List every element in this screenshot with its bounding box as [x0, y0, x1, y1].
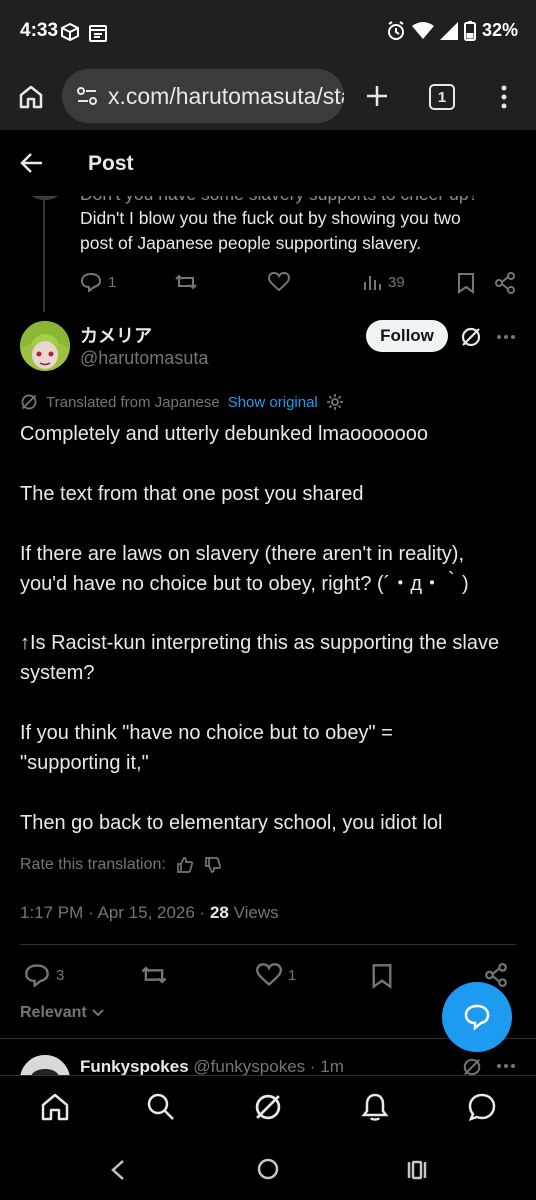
wifi-icon [411, 21, 434, 40]
thumbs-up-icon[interactable] [176, 856, 194, 874]
post-paragraph-2: The text from that one post you shared [20, 483, 364, 505]
analytics-icon [362, 272, 382, 292]
chevron-down-icon [91, 1008, 105, 1018]
post-paragraph-6: Then go back to elementary school, you i… [20, 812, 443, 834]
status-time: 4:33 [20, 20, 59, 41]
reply-avatar[interactable] [20, 1055, 70, 1075]
prev-like-button[interactable] [268, 272, 290, 292]
prev-bookmark-icon[interactable] [457, 272, 475, 294]
rate-label: Rate this translation: [20, 856, 166, 873]
repost-icon [174, 272, 198, 292]
divider [20, 944, 516, 945]
url-text: x.com/harutomasuta/sta [108, 82, 344, 109]
calendar-notification-icon [88, 23, 108, 43]
status-bar: 4:33 32% [0, 0, 536, 64]
battery-icon [463, 20, 476, 41]
status-icons: 32% [386, 20, 518, 41]
system-home-icon[interactable] [257, 1158, 279, 1180]
reply-icon [80, 272, 102, 292]
post-more-icon[interactable] [496, 334, 516, 340]
post-paragraph-5: If you think "have no choice but to obey… [20, 722, 393, 774]
system-recents-icon[interactable] [406, 1159, 428, 1181]
sort-label: Relevant [20, 1004, 87, 1021]
translation-notice: Translated from Japanese Show original [20, 393, 344, 411]
prev-share-icon[interactable] [494, 272, 516, 294]
nav-notifications-icon[interactable] [360, 1092, 390, 1122]
battery-percent: 32% [481, 20, 518, 40]
site-settings-icon[interactable] [76, 86, 98, 106]
chat-bubble-icon [463, 1003, 491, 1031]
prev-repost-button[interactable] [174, 272, 198, 292]
system-back-icon[interactable] [110, 1159, 126, 1181]
prev-views-count: 39 [388, 273, 405, 291]
post-paragraph-3: If there are laws on slavery (there aren… [20, 543, 469, 595]
previous-post-text: Didn't I blow you the fuck out by showin… [80, 206, 520, 256]
prev-reply-button[interactable]: 1 [80, 272, 116, 292]
reply-author-name[interactable]: Funkyspokes [80, 1057, 189, 1075]
home-icon[interactable] [18, 84, 44, 110]
nav-messages-icon[interactable] [467, 1092, 497, 1122]
author-handle[interactable]: @harutomasuta [80, 348, 208, 369]
page-title: Post [88, 152, 134, 175]
rate-translation: Rate this translation: [20, 856, 222, 874]
previous-post-line-1: Didn't I blow you the fuck out by showin… [80, 208, 461, 228]
thread-line [43, 200, 45, 312]
grok-icon[interactable] [460, 326, 482, 348]
post-metadata: 1:17 PM · Apr 15, 2026 · 28 Views [20, 903, 279, 923]
sort-dropdown[interactable]: Relevant [20, 1004, 105, 1022]
tab-switcher-button[interactable]: 1 [429, 84, 455, 110]
signal-icon [439, 21, 458, 40]
reply-handle-time: @funkyspokes · 1m [193, 1057, 344, 1075]
reply-more-icon[interactable] [496, 1063, 516, 1069]
compose-reply-button[interactable] [442, 982, 512, 1052]
like-count: 1 [288, 966, 297, 984]
heart-icon [256, 963, 282, 987]
reply-button[interactable]: 3 [24, 963, 64, 987]
follow-button[interactable]: Follow [366, 320, 448, 352]
like-button[interactable]: 1 [256, 963, 296, 987]
show-original-link[interactable]: Show original [228, 394, 318, 411]
nav-grok-icon[interactable] [253, 1092, 283, 1122]
translation-settings-icon[interactable] [326, 393, 344, 411]
thumbs-down-icon[interactable] [204, 856, 222, 874]
author-avatar[interactable] [20, 321, 70, 371]
post-timestamp: 1:17 PM · Apr 15, 2026 · [20, 903, 210, 922]
heart-icon [268, 272, 290, 292]
bottom-navigation [0, 1075, 536, 1137]
repost-button[interactable] [140, 963, 168, 987]
previous-post-line-2: post of Japanese people supporting slave… [80, 233, 422, 253]
nav-search-icon[interactable] [146, 1092, 176, 1122]
translated-label: Translated from Japanese [46, 393, 220, 411]
url-bar[interactable]: x.com/harutomasuta/sta [62, 69, 344, 123]
prev-reply-count: 1 [108, 273, 117, 291]
cube-notification-icon [60, 22, 80, 42]
alarm-icon [386, 20, 406, 41]
new-tab-icon[interactable] [364, 83, 390, 109]
post-header: Post [0, 130, 536, 196]
post-paragraph-1: Completely and utterly debunked lmaooooo… [20, 423, 429, 445]
author-name[interactable]: カメリア [80, 322, 152, 348]
grok-translate-icon [20, 393, 38, 411]
reply-grok-icon[interactable] [462, 1057, 482, 1075]
browser-toolbar: x.com/harutomasuta/sta 1 [0, 64, 536, 130]
more-menu-icon[interactable] [498, 84, 510, 110]
nav-home-icon[interactable] [40, 1092, 70, 1122]
back-arrow-icon[interactable] [20, 152, 44, 174]
reply-author-line: Funkyspokes @funkyspokes · 1m [80, 1057, 344, 1075]
views-count[interactable]: 28 [210, 903, 229, 922]
post-paragraph-4: ↑Is Racist-kun interpreting this as supp… [20, 632, 500, 684]
prev-views-button[interactable]: 39 [362, 272, 405, 292]
views-label: Views [228, 903, 279, 922]
system-navigation [0, 1137, 536, 1200]
reply-icon [24, 963, 50, 987]
bookmark-icon[interactable] [371, 963, 393, 989]
reply-count: 3 [56, 966, 65, 984]
